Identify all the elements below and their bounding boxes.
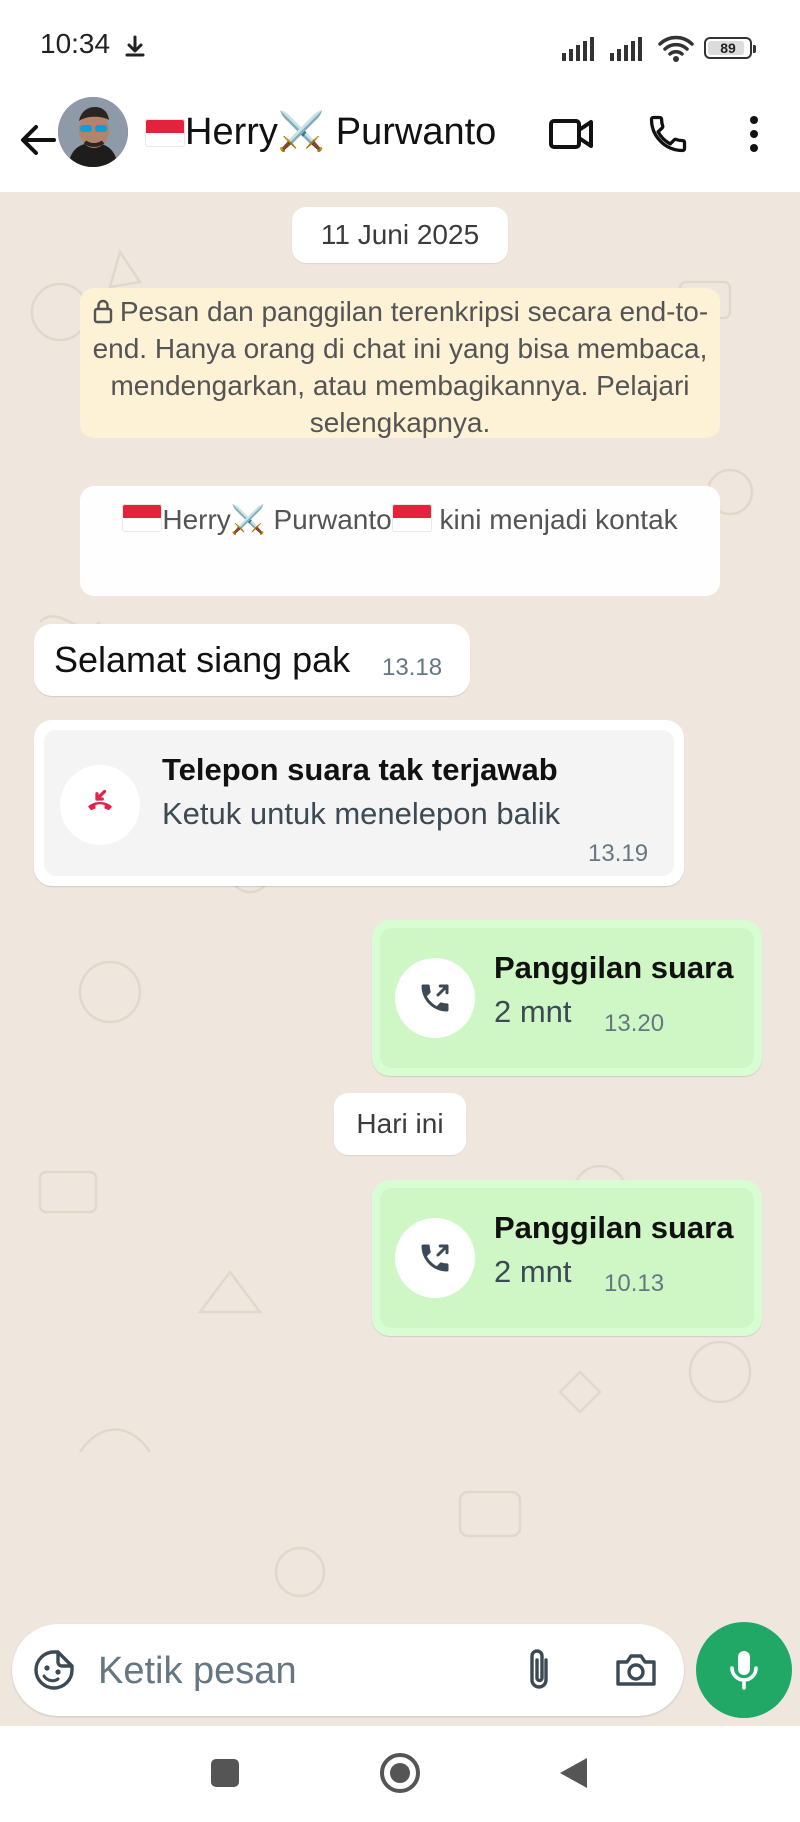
outgoing-call-icon bbox=[421, 984, 449, 1012]
status-icons: 89 bbox=[562, 34, 756, 62]
encryption-notice-text: Pesan dan panggilan terenkripsi secara e… bbox=[92, 296, 709, 438]
contact-name[interactable]: Herry⚔️ Purwanto bbox=[145, 110, 515, 154]
more-options-icon[interactable] bbox=[744, 114, 764, 154]
wifi-icon bbox=[658, 35, 694, 62]
call-card[interactable]: Panggilan suara 2 mnt 10.13 bbox=[380, 1188, 754, 1328]
message-time: 13.20 bbox=[604, 1010, 665, 1037]
back-nav-icon[interactable] bbox=[556, 1755, 590, 1791]
back-arrow-icon[interactable] bbox=[14, 116, 62, 164]
voice-call-icon[interactable] bbox=[646, 112, 690, 156]
missed-call-icon-circle bbox=[60, 765, 140, 845]
call-title: Telepon suara tak terjawab bbox=[162, 752, 558, 787]
avatar[interactable] bbox=[58, 97, 128, 167]
call-card[interactable]: Panggilan suara 2 mnt 13.20 bbox=[380, 928, 754, 1068]
outgoing-call-icon-circle bbox=[395, 1218, 475, 1298]
missed-call-icon bbox=[88, 789, 112, 811]
message-time: 13.18 bbox=[382, 654, 443, 681]
video-call-icon[interactable] bbox=[548, 114, 594, 154]
missed-call-bubble[interactable]: Telepon suara tak terjawab Ketuk untuk m… bbox=[34, 720, 684, 886]
outgoing-call-bubble[interactable]: Panggilan suara 2 mnt 10.13 bbox=[372, 1180, 762, 1336]
home-nav-icon[interactable] bbox=[378, 1751, 422, 1795]
contact-notice-suffix: kini menjadi kontak bbox=[431, 504, 678, 535]
indonesia-flag-icon bbox=[145, 119, 185, 147]
download-icon bbox=[125, 35, 145, 57]
system-nav-bar bbox=[0, 1726, 800, 1822]
outgoing-call-bubble[interactable]: Panggilan suara 2 mnt 13.20 bbox=[372, 920, 762, 1076]
mic-button[interactable] bbox=[696, 1622, 792, 1718]
avatar-photo bbox=[58, 97, 128, 167]
message-time: 13.19 bbox=[588, 840, 649, 867]
recents-nav-icon[interactable] bbox=[208, 1756, 242, 1790]
status-time: 10:34 bbox=[40, 28, 111, 59]
message-composer bbox=[12, 1624, 684, 1716]
message-time: 10.13 bbox=[604, 1270, 665, 1297]
outgoing-call-icon bbox=[421, 1244, 449, 1272]
battery-level: 89 bbox=[720, 40, 736, 56]
outgoing-call-icon-circle bbox=[395, 958, 475, 1038]
status-bar: 10:34 89 bbox=[0, 0, 800, 92]
call-duration: 2 mnt bbox=[494, 994, 572, 1029]
camera-icon[interactable] bbox=[614, 1650, 658, 1690]
date-chip: Hari ini bbox=[334, 1093, 466, 1155]
missed-call-card[interactable]: Telepon suara tak terjawab Ketuk untuk m… bbox=[44, 730, 674, 876]
indonesia-flag-icon bbox=[391, 504, 432, 532]
lock-icon bbox=[93, 299, 113, 324]
sticker-icon[interactable] bbox=[32, 1648, 76, 1692]
call-title: Panggilan suara bbox=[494, 950, 734, 985]
call-title: Panggilan suara bbox=[494, 1210, 734, 1245]
signal-icon bbox=[610, 37, 642, 61]
message-text: Selamat siang pak bbox=[54, 639, 351, 680]
message-input[interactable] bbox=[96, 1642, 500, 1700]
contact-added-notice: Herry⚔️ Purwanto kini menjadi kontak bbox=[80, 486, 720, 596]
indonesia-flag-icon bbox=[122, 504, 163, 532]
contact-notice-name: Herry⚔️ Purwanto bbox=[162, 504, 392, 535]
message-bubble-incoming[interactable]: Selamat siang pak 13.18 bbox=[34, 624, 470, 696]
chat-area[interactable]: 11 Juni 2025 Pesan dan panggilan terenkr… bbox=[0, 192, 800, 1626]
signal-icon bbox=[562, 37, 594, 61]
encryption-notice[interactable]: Pesan dan panggilan terenkripsi secara e… bbox=[80, 288, 720, 438]
call-subtitle: Ketuk untuk menelepon balik bbox=[162, 796, 561, 831]
contact-name-text: Herry⚔️ Purwanto bbox=[185, 111, 497, 153]
battery-icon: 89 bbox=[704, 37, 756, 59]
mic-icon bbox=[730, 1651, 758, 1690]
call-duration: 2 mnt bbox=[494, 1254, 572, 1289]
date-chip: 11 Juni 2025 bbox=[292, 207, 508, 263]
attach-icon[interactable] bbox=[524, 1646, 554, 1692]
